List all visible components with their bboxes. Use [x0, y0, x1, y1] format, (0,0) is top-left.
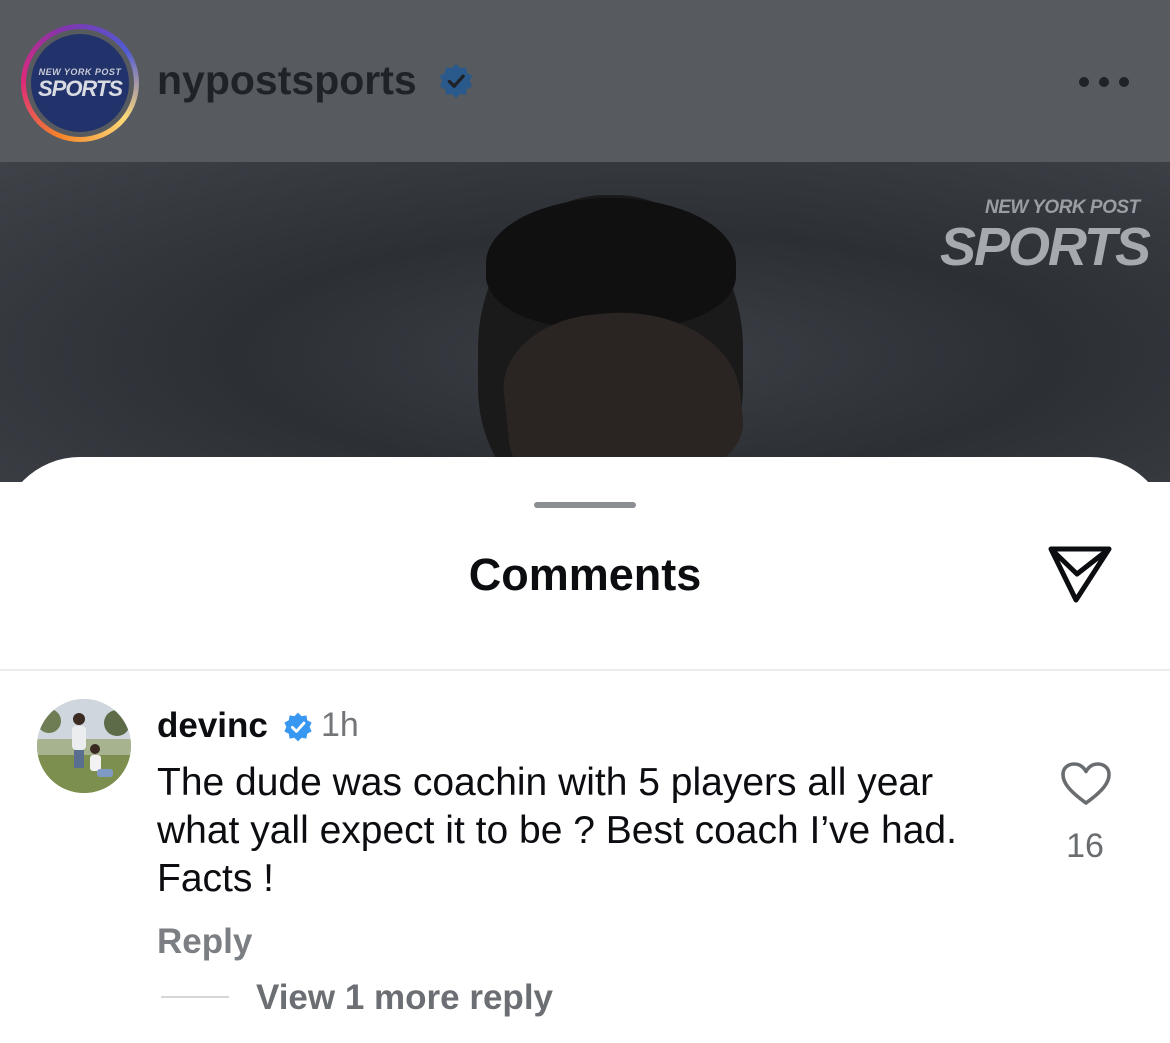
view-more-replies-button[interactable]: View 1 more reply [256, 978, 553, 1018]
comment-like-count: 16 [1066, 827, 1104, 865]
reply-button[interactable]: Reply [157, 922, 252, 962]
more-dots-icon[interactable] [1074, 67, 1134, 97]
sheet-divider [0, 669, 1170, 671]
commenter-username[interactable]: devinc [157, 706, 268, 746]
player-photo-hair [486, 198, 736, 328]
comment-text: The dude was coachin with 5 players all … [157, 761, 957, 900]
replies-divider-line [161, 996, 229, 998]
nypost-sports-logo: NEW YORK POST SPORTS [31, 34, 129, 132]
comments-sheet: Comments devinc 1h The dude was coachin … [0, 457, 1170, 1043]
verified-badge-icon [439, 63, 473, 99]
media-watermark-large: SPORTS [940, 217, 1151, 277]
avatar-ring-gap: NEW YORK POST SPORTS [26, 29, 134, 137]
sheet-drag-handle[interactable] [534, 502, 636, 508]
heart-icon[interactable] [1060, 761, 1112, 807]
avatar-logo-large-text: SPORTS [37, 76, 123, 101]
comments-title: Comments [468, 549, 702, 600]
post-media: NEW YORK POST SPORTS [0, 162, 1170, 482]
account-username[interactable]: nypostsports [157, 57, 417, 104]
commenter-avatar[interactable] [37, 699, 131, 793]
comment-timestamp: 1h [321, 706, 359, 744]
account-avatar[interactable]: NEW YORK POST SPORTS [21, 24, 139, 142]
verified-badge-icon [284, 712, 312, 742]
post-header: NEW YORK POST SPORTS nypostsports [0, 0, 1170, 162]
paper-plane-icon[interactable] [1046, 542, 1114, 606]
commenter-photo [37, 699, 131, 793]
